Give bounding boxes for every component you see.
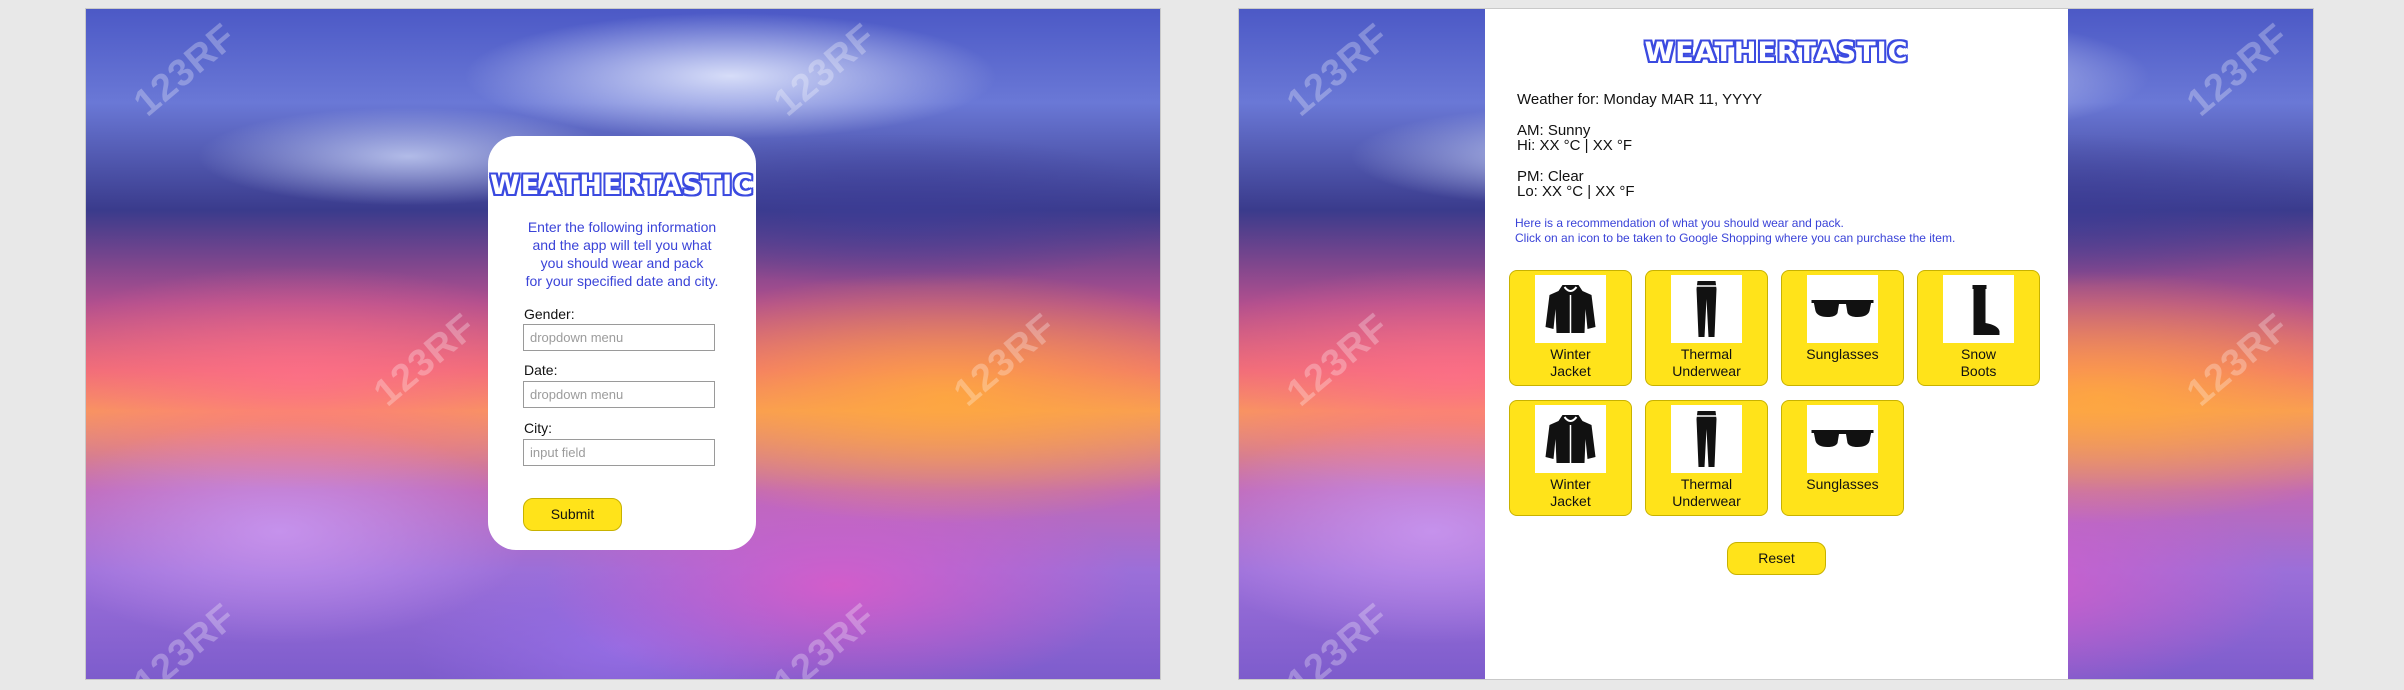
high-temperature: Hi: XX °C | XX °F [1517,137,1633,154]
item-label: Sunglasses [1782,476,1903,493]
item-label-line: Jacket [1550,363,1591,379]
item-label: Snow Boots [1918,346,2039,380]
intro-line: you should wear and pack [540,255,704,271]
date-label: Date: [524,362,558,378]
thermal-underwear-icon [1671,275,1742,343]
gender-dropdown[interactable]: dropdown menu [523,324,715,351]
item-label: Sunglasses [1782,346,1903,363]
results-sheet: WEATHERTASTIC Weather for: Monday MAR 11… [1485,9,2068,679]
intro-text: Enter the following information and the … [496,218,748,290]
date-dropdown[interactable]: dropdown menu [523,381,715,408]
item-label-line: Thermal [1680,476,1733,492]
item-label-line: Sunglasses [1806,476,1879,492]
snow-boots-icon [1943,275,2014,343]
thermal-underwear-icon [1671,405,1742,473]
sunglasses-icon [1807,405,1878,473]
item-label-line: Boots [1960,363,1997,379]
watermark: 123RF [2179,15,2298,125]
form-screen-background: 123RF 123RF 123RF 123RF 123RF 123RF WEAT… [85,8,1161,680]
item-label: Thermal Underwear [1646,346,1767,380]
item-label: Winter Jacket [1510,346,1631,380]
watermark: 123RF [126,595,245,680]
low-temperature: Lo: XX °C | XX °F [1517,183,1635,200]
watermark: 123RF [1279,305,1398,415]
city-input[interactable]: input field [523,439,715,466]
gender-label: Gender: [524,306,575,322]
item-tile-winter-jacket[interactable]: Winter Jacket [1509,270,1632,386]
item-tile-snow-boots[interactable]: Snow Boots [1917,270,2040,386]
watermark: 123RF [946,305,1065,415]
item-label-line: Sunglasses [1806,346,1879,362]
item-label-line: Snow [1960,346,1997,362]
item-label-line: Thermal [1680,346,1733,362]
recommendation-note: Here is a recommendation of what you sho… [1515,216,1844,230]
intro-line: for your specified date and city. [525,273,719,289]
input-form-card: WEATHERTASTIC Enter the following inform… [488,136,756,550]
watermark: 123RF [1279,595,1398,680]
watermark: 123RF [766,15,885,125]
sunglasses-icon [1807,275,1878,343]
result-screen-background: 123RF 123RF 123RF 123RF 123RF WEATHERTAS… [1238,8,2314,680]
watermark: 123RF [1279,15,1398,125]
jacket-icon [1535,405,1606,473]
item-tile-thermal-underwear[interactable]: Thermal Underwear [1645,400,1768,516]
item-label-line: Underwear [1672,363,1741,379]
watermark: 123RF [2179,305,2298,415]
item-label-line: Winter [1550,476,1591,492]
reset-button[interactable]: Reset [1727,542,1826,575]
app-logo: WEATHERTASTIC [489,170,754,201]
item-label: Winter Jacket [1510,476,1631,510]
jacket-icon [1535,275,1606,343]
item-label-line: Winter [1550,346,1591,362]
weather-date: Weather for: Monday MAR 11, YYYY [1517,91,1763,108]
item-label: Thermal Underwear [1646,476,1767,510]
watermark: 123RF [126,15,245,125]
item-tile-sunglasses[interactable]: Sunglasses [1781,270,1904,386]
item-label-line: Jacket [1550,493,1591,509]
city-label: City: [524,420,552,436]
item-label-line: Underwear [1672,493,1741,509]
shopping-note: Click on an icon to be taken to Google S… [1515,231,1956,245]
submit-button[interactable]: Submit [523,498,622,531]
app-logo: WEATHERTASTIC [1644,37,1909,68]
intro-line: and the app will tell you what [532,237,712,253]
item-tile-sunglasses[interactable]: Sunglasses [1781,400,1904,516]
watermark: 123RF [366,305,485,415]
watermark: 123RF [766,595,885,680]
item-tile-winter-jacket[interactable]: Winter Jacket [1509,400,1632,516]
intro-line: Enter the following information [527,219,717,235]
item-tile-thermal-underwear[interactable]: Thermal Underwear [1645,270,1768,386]
